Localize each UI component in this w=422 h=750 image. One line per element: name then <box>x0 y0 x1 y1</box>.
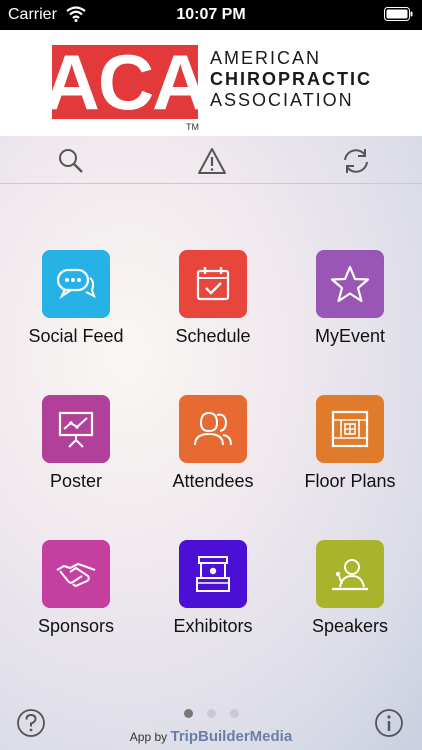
tile-label: Poster <box>49 471 103 491</box>
tile-label: MyEvent <box>314 326 386 346</box>
floor-plan-icon <box>331 410 369 448</box>
poster-icon-bg <box>42 395 110 463</box>
refresh-icon <box>344 149 368 173</box>
presentation-icon <box>58 411 94 448</box>
app-credit[interactable]: App by TripBuilderMedia <box>0 728 422 745</box>
tile-floor-plans[interactable]: Floor Plans <box>280 395 420 505</box>
tile-label: Sponsors <box>37 616 115 636</box>
trademark-mark: TM <box>186 122 199 132</box>
alert-icon <box>198 148 226 174</box>
tile-exhibitors[interactable]: Exhibitors <box>143 540 283 650</box>
tile-label: Exhibitors <box>173 616 253 636</box>
tile-myevent[interactable]: MyEvent <box>280 250 420 360</box>
tile-label: Attendees <box>172 471 254 491</box>
alerts-button[interactable] <box>197 146 227 176</box>
booth-icon <box>196 556 230 592</box>
organization-name: AMERICAN CHIROPRACTIC ASSOCIATION <box>210 48 390 111</box>
schedule-icon-bg <box>179 250 247 318</box>
org-line-2: CHIROPRACTIC <box>210 69 372 89</box>
page-dot[interactable] <box>229 709 239 718</box>
clock: 10:07 PM <box>176 6 246 23</box>
speaker-icon <box>332 559 368 591</box>
tile-label: Social Feed <box>28 326 124 346</box>
search-icon <box>59 149 83 173</box>
exhibitors-icon-bg <box>179 540 247 608</box>
status-bar: Carrier 10:07 PM <box>0 0 422 30</box>
battery-icon <box>384 7 414 22</box>
tile-label: Floor Plans <box>304 471 396 491</box>
tile-attendees[interactable]: Attendees <box>143 395 283 505</box>
attendees-icon-bg <box>179 395 247 463</box>
chat-icon <box>56 268 96 299</box>
sponsors-icon-bg <box>42 540 110 608</box>
social-feed-icon-bg <box>42 250 110 318</box>
tile-label: Schedule <box>175 326 251 346</box>
floor-plans-icon-bg <box>316 395 384 463</box>
star-icon <box>330 265 370 303</box>
toolbar <box>0 136 422 184</box>
myevent-icon-bg <box>316 250 384 318</box>
tile-speakers[interactable]: Speakers <box>280 540 420 650</box>
org-line-3: ASSOCIATION <box>210 90 354 110</box>
org-line-1: AMERICAN <box>210 48 322 68</box>
refresh-button[interactable] <box>340 146 370 176</box>
credit-brand: TripBuilderMedia <box>170 728 293 745</box>
toolbar-divider <box>0 183 422 184</box>
handshake-icon <box>56 562 96 587</box>
calendar-icon <box>196 267 230 301</box>
page-dot-active[interactable] <box>183 709 193 718</box>
page-indicator[interactable] <box>0 709 422 718</box>
credit-prefix: App by <box>129 730 168 744</box>
tile-social-feed[interactable]: Social Feed <box>6 250 146 360</box>
tile-sponsors[interactable]: Sponsors <box>6 540 146 650</box>
svg-text:ACA: ACA <box>52 45 198 119</box>
page-dot[interactable] <box>206 709 216 718</box>
tile-label: Speakers <box>311 616 389 636</box>
aca-logo: ACA <box>52 45 198 119</box>
tile-schedule[interactable]: Schedule <box>143 250 283 360</box>
people-icon <box>194 411 232 446</box>
tile-poster[interactable]: Poster <box>6 395 146 505</box>
speakers-icon-bg <box>316 540 384 608</box>
search-button[interactable] <box>56 146 86 176</box>
